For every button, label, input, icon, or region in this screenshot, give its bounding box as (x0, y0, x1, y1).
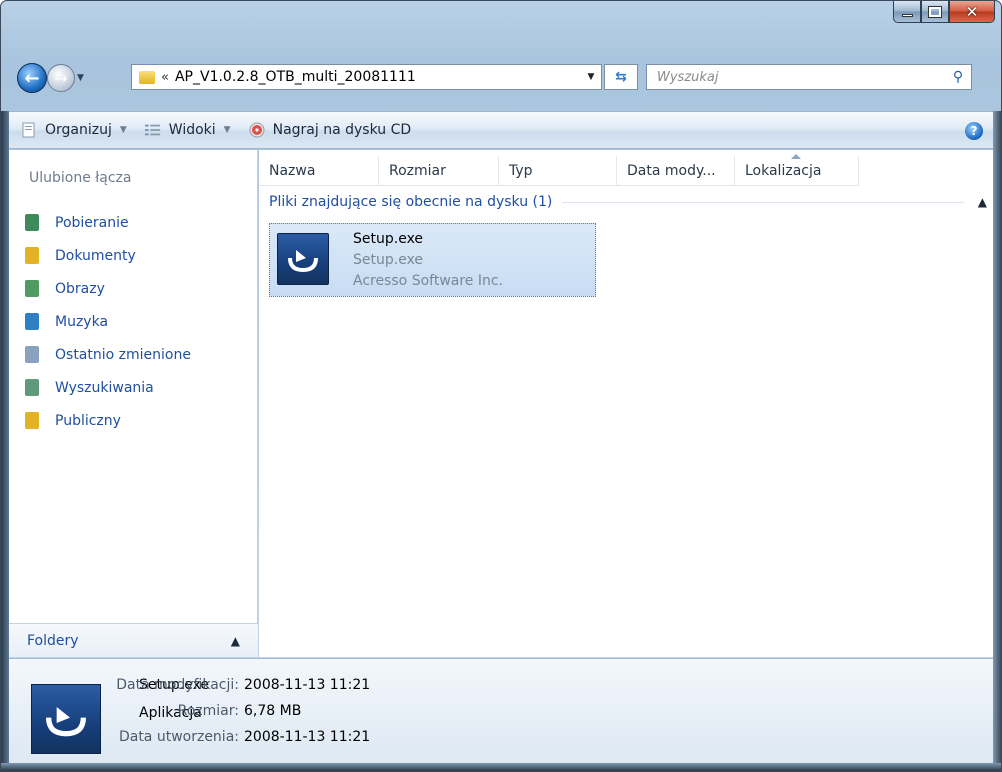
forward-arrow-icon: → (54, 68, 68, 88)
file-item-setup[interactable]: Setup.exe Setup.exe Acresso Software Inc… (269, 223, 596, 297)
organize-label: Organizuj (45, 122, 112, 138)
favorite-links-heading: Ulubione łącza (29, 170, 132, 186)
group-label: Pliki znajdujące się obecnie na dysku (1… (269, 194, 553, 210)
search-box[interactable]: ⚲ (646, 64, 972, 90)
explorer-window: ✕ ← → ▼ « AP_V1.0.2.8_OTB_multi_20081111… (0, 0, 1002, 772)
searches-icon (25, 379, 39, 396)
column-label: Rozmiar (389, 163, 446, 179)
details-pane: Setup.exe Aplikacja Data modyfikacji: 20… (9, 658, 995, 765)
file-company: Acresso Software Inc. (353, 273, 504, 289)
chevron-down-icon: ▼ (223, 125, 231, 135)
close-button[interactable]: ✕ (949, 1, 995, 23)
help-icon[interactable]: ? (965, 122, 983, 140)
group-divider (562, 201, 964, 203)
maximize-icon (928, 5, 942, 18)
prop-label: Data utworzenia: (118, 729, 239, 745)
breadcrumb-overflow[interactable]: « (161, 70, 169, 85)
search-icon[interactable]: ⚲ (945, 69, 971, 85)
minimize-icon (901, 14, 913, 17)
downloads-icon (25, 214, 39, 231)
address-bar[interactable]: « AP_V1.0.2.8_OTB_multi_20081111 ▼ (131, 64, 602, 90)
column-header-location[interactable]: Lokalizacja (735, 154, 859, 186)
column-label: Data mody... (627, 163, 716, 179)
favorite-links-list: Pobieranie Dokumenty Obrazy Muzyka Ostat… (25, 206, 191, 437)
file-metadata: Setup.exe Setup.exe Acresso Software Inc… (353, 229, 503, 292)
file-description: Setup.exe (353, 252, 424, 268)
window-frame-right (993, 111, 1001, 771)
sidebar-item-pictures[interactable]: Obrazy (25, 272, 191, 305)
close-icon: ✕ (965, 2, 979, 21)
sidebar-item-downloads[interactable]: Pobieranie (25, 206, 191, 239)
refresh-button[interactable]: ⇆ (604, 64, 638, 90)
organize-icon (21, 122, 37, 138)
burn-label: Nagraj na dysku CD (272, 122, 412, 138)
sidebar-item-label: Dokumenty (55, 247, 136, 264)
window-frame-bottom (1, 763, 1001, 771)
column-headers: Nazwa Rozmiar Typ Data mody... Lokalizac… (259, 154, 859, 186)
maximize-button[interactable] (921, 1, 949, 23)
caption-buttons: ✕ (893, 1, 995, 26)
sidebar-item-label: Ostatnio zmienione (55, 346, 191, 363)
details-prop-modified: Data modyfikacji: 2008-11-13 11:21 (93, 677, 370, 693)
column-label: Typ (509, 163, 533, 179)
column-header-date-modified[interactable]: Data mody... (617, 156, 735, 186)
sidebar-item-label: Obrazy (55, 280, 105, 297)
sidebar-item-label: Muzyka (55, 313, 109, 330)
column-header-type[interactable]: Typ (499, 156, 617, 186)
folders-label: Foldery (27, 632, 79, 649)
history-dropdown-button[interactable]: ▼ (77, 73, 84, 83)
sidebar-item-documents[interactable]: Dokumenty (25, 239, 191, 272)
back-button[interactable]: ← (17, 63, 47, 93)
chevron-down-icon: ▼ (119, 125, 127, 135)
breadcrumb-path[interactable]: AP_V1.0.2.8_OTB_multi_20081111 (175, 69, 581, 85)
pictures-icon (25, 280, 39, 297)
recent-icon (25, 346, 39, 363)
column-label: Lokalizacja (745, 163, 822, 179)
chevron-up-icon[interactable]: ▲ (978, 195, 987, 209)
sidebar-item-label: Pobieranie (55, 214, 129, 231)
sidebar-item-recent[interactable]: Ostatnio zmienione (25, 338, 191, 371)
burn-cd-button[interactable]: Nagraj na dysku CD (249, 122, 412, 138)
sidebar-item-music[interactable]: Muzyka (25, 305, 191, 338)
music-icon (25, 313, 39, 330)
views-label: Widoki (168, 122, 216, 138)
sidebar-item-label: Wyszukiwania (55, 379, 154, 396)
details-prop-size: Rozmiar: 6,78 MB (93, 703, 302, 719)
column-label: Nazwa (269, 163, 316, 179)
forward-button[interactable]: → (47, 64, 75, 92)
file-list-pane: Nazwa Rozmiar Typ Data mody... Lokalizac… (259, 150, 995, 657)
prop-value: 2008-11-13 11:21 (244, 677, 371, 693)
details-prop-created: Data utworzenia: 2008-11-13 11:21 (93, 729, 370, 745)
views-icon (144, 122, 161, 138)
search-input[interactable] (657, 69, 945, 85)
views-button[interactable]: Widoki ▼ (144, 122, 231, 138)
prop-label: Data modyfikacji: (116, 677, 239, 693)
file-name: Setup.exe (353, 231, 424, 247)
prop-label: Rozmiar: (177, 703, 239, 719)
refresh-icon: ⇆ (615, 69, 627, 85)
sidebar-item-public[interactable]: Publiczny (25, 404, 191, 437)
sidebar-item-searches[interactable]: Wyszukiwania (25, 371, 191, 404)
column-header-name[interactable]: Nazwa (259, 156, 379, 186)
column-header-size[interactable]: Rozmiar (379, 156, 499, 186)
chevron-up-icon: ▲ (230, 633, 240, 648)
address-dropdown-button[interactable]: ▼ (581, 72, 601, 82)
burn-disc-icon (249, 122, 265, 138)
window-frame-left (1, 111, 9, 771)
sidebar-item-label: Publiczny (55, 412, 121, 429)
group-header[interactable]: Pliki znajdujące się obecnie na dysku (1… (269, 194, 987, 210)
documents-icon (25, 247, 39, 264)
prop-value: 6,78 MB (244, 703, 302, 719)
prop-value: 2008-11-13 11:21 (244, 729, 371, 745)
public-icon (25, 412, 39, 429)
minimize-button[interactable] (893, 1, 921, 23)
back-arrow-icon: ← (24, 67, 40, 89)
installer-app-icon (31, 684, 101, 754)
organize-button[interactable]: Organizuj ▼ (21, 122, 127, 138)
navigation-pane: Ulubione łącza Pobieranie Dokumenty Obra… (9, 150, 258, 657)
folders-toggle[interactable]: Foldery ▲ (9, 623, 258, 657)
command-toolbar: Organizuj ▼ Widoki ▼ Nagraj na dysku CD … (9, 111, 995, 149)
installer-app-icon (277, 233, 329, 285)
folder-icon (139, 70, 155, 84)
